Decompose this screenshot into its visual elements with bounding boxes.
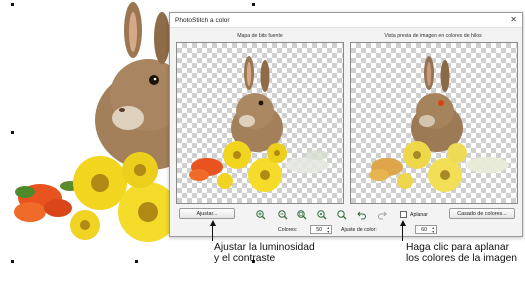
colors-spinbox[interactable]: 50 ▲ ▼ bbox=[310, 225, 332, 234]
thread-match-button[interactable]: Casado de colores... bbox=[449, 208, 515, 219]
flatten-label: Aplanar bbox=[410, 211, 428, 218]
zoom-fit-icon[interactable] bbox=[316, 209, 327, 220]
zoom-box-icon[interactable] bbox=[296, 209, 307, 220]
callout-arrow bbox=[210, 220, 216, 226]
colors-label: Colores: bbox=[278, 227, 298, 233]
colors-value: 50 bbox=[316, 226, 322, 233]
source-bitmap-label: Mapa de bits fuente bbox=[237, 33, 283, 39]
selection-handle[interactable] bbox=[135, 260, 138, 263]
photostitch-dialog: PhotoStitch a color ✕ Mapa de bits fuent… bbox=[169, 12, 523, 237]
color-adjust-label: Ajuste de color: bbox=[341, 227, 377, 233]
adjust-callout-line2: y el contraste bbox=[214, 253, 276, 264]
undo-icon[interactable] bbox=[356, 209, 367, 220]
callout-line bbox=[402, 225, 403, 241]
redo-icon[interactable] bbox=[376, 209, 387, 220]
zoom-out-icon[interactable] bbox=[277, 209, 288, 220]
dialog-titlebar[interactable]: PhotoStitch a color ✕ bbox=[170, 13, 522, 28]
selection-handle[interactable] bbox=[11, 260, 14, 263]
dialog-title: PhotoStitch a color bbox=[175, 16, 230, 24]
preview-label: Vista previa de imagen en colores de hil… bbox=[384, 33, 482, 39]
close-icon[interactable]: ✕ bbox=[510, 16, 517, 24]
flatten-callout-line2: los colores de la imagen bbox=[406, 253, 518, 264]
zoom-all-icon[interactable] bbox=[336, 209, 347, 220]
orange-flowers-artwork bbox=[14, 181, 80, 222]
flatten-option[interactable]: Aplanar bbox=[400, 211, 428, 218]
spin-arrows-icon[interactable]: ▲ ▼ bbox=[432, 226, 435, 234]
callout-arrow bbox=[400, 220, 406, 226]
flatten-checkbox[interactable] bbox=[400, 211, 407, 218]
source-rabbit-image bbox=[189, 56, 329, 192]
selection-handle[interactable] bbox=[11, 131, 14, 134]
callout-line bbox=[212, 225, 213, 241]
flatten-callout-line1: Haga clic para aplanar bbox=[406, 242, 510, 253]
color-adjust-spinbox[interactable]: 60 ▲ ▼ bbox=[415, 225, 437, 234]
color-adjust-value: 60 bbox=[421, 226, 427, 233]
adjust-callout-line1: Ajustar la luminosidad bbox=[214, 242, 315, 253]
selection-handle[interactable] bbox=[252, 3, 255, 6]
adjust-button[interactable]: Ajustar... bbox=[179, 208, 235, 219]
spin-arrows-icon[interactable]: ▲ ▼ bbox=[327, 226, 330, 234]
preview-rabbit-image bbox=[369, 56, 509, 192]
zoom-in-icon[interactable] bbox=[255, 209, 266, 220]
thread-color-preview-panel[interactable] bbox=[350, 42, 518, 204]
source-bitmap-panel[interactable] bbox=[176, 42, 344, 204]
selection-handle[interactable] bbox=[11, 3, 14, 6]
